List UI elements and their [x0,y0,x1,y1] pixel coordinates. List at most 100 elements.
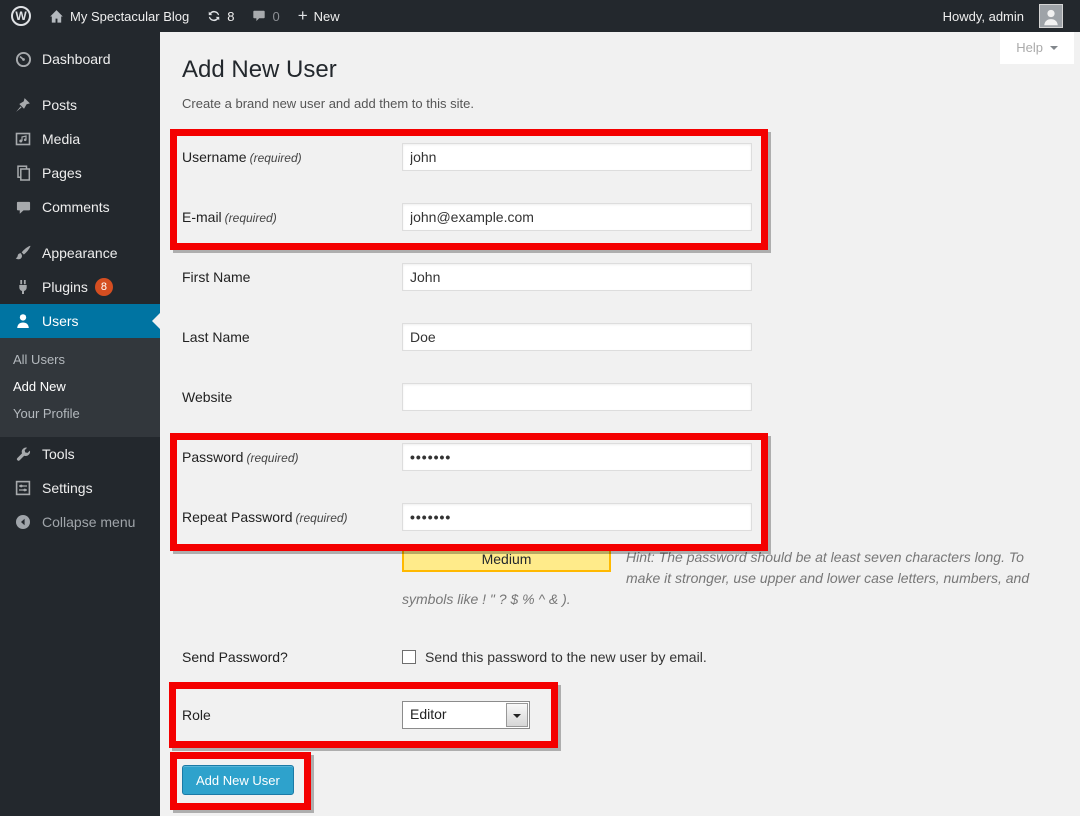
media-icon [13,131,33,147]
comments-bubble-icon [13,200,33,215]
help-tab[interactable]: Help [1000,32,1074,64]
email-input[interactable] [402,203,752,231]
submit-row: Add New User [182,765,1080,795]
first-name-label: First Name [182,269,402,285]
avatar [1039,4,1063,28]
required-note: (required) [225,211,277,225]
sidebar-item-appearance[interactable]: Appearance [0,236,160,270]
website-label: Website [182,389,402,405]
new-content-menu[interactable]: + New [289,0,349,32]
sidebar-item-tools[interactable]: Tools [0,437,160,471]
send-password-row: Send Password? Send this password to the… [182,643,1080,671]
first-name-input[interactable] [402,263,752,291]
wordpress-logo-menu[interactable]: W [0,0,40,32]
sidebar-label: Users [42,313,79,329]
posts-pin-icon [13,97,33,113]
home-icon [49,9,64,24]
comments-bubble-icon [252,9,266,23]
send-password-checkbox-label: Send this password to the new user by em… [425,649,707,665]
page-title: Add New User [160,32,1080,84]
sidebar-item-settings[interactable]: Settings [0,471,160,505]
sidebar-label: Posts [42,97,77,113]
users-person-icon [13,313,33,329]
sidebar-item-plugins[interactable]: Plugins 8 [0,270,160,304]
menu-separator [0,224,160,236]
sidebar-label: Appearance [42,245,118,261]
sidebar-label: Tools [42,446,75,462]
sidebar-item-comments[interactable]: Comments [0,190,160,224]
required-note: (required) [246,451,298,465]
pages-icon [13,165,33,181]
sidebar-item-users[interactable]: Users [0,304,160,338]
wordpress-logo-icon: W [11,6,31,26]
required-note: (required) [250,151,302,165]
role-row: Role Editor [182,701,1080,729]
dashboard-icon [13,51,33,68]
appearance-brush-icon [13,245,33,261]
my-account-menu[interactable]: Howdy, admin [934,0,1080,32]
sidebar-item-pages[interactable]: Pages [0,156,160,190]
howdy-text: Howdy, admin [943,9,1033,24]
sidebar-label: Comments [42,199,110,215]
role-label: Role [182,707,402,723]
updates-link[interactable]: 8 [198,0,243,32]
sidebar-label: Media [42,131,80,147]
menu-separator [0,76,160,88]
send-password-checkbox[interactable] [402,650,416,664]
username-row: Username(required) [182,143,1080,171]
site-name: My Spectacular Blog [70,9,189,24]
sidebar-item-media[interactable]: Media [0,122,160,156]
first-name-row: First Name [182,263,1080,291]
add-user-form: Username(required) E-mail(required) Firs… [160,143,1080,795]
main-content: Help Add New User Create a brand new use… [160,32,1080,816]
website-input[interactable] [402,383,752,411]
repeat-password-input[interactable] [402,503,752,531]
select-dropdown-button[interactable] [506,703,528,727]
updates-count: 8 [227,9,234,24]
submenu-item-add-new[interactable]: Add New [0,373,160,400]
email-row: E-mail(required) [182,203,1080,231]
password-input[interactable] [402,443,752,471]
settings-sliders-icon [13,480,33,496]
sidebar-label: Pages [42,165,82,181]
password-label: Password(required) [182,449,402,465]
tools-wrench-icon [13,446,33,462]
help-label: Help [1016,40,1043,55]
repeat-password-label: Repeat Password(required) [182,509,402,525]
new-label: New [314,9,340,24]
last-name-input[interactable] [402,323,752,351]
send-password-label: Send Password? [182,649,402,665]
sidebar-label: Settings [42,480,93,496]
password-strength-row: Medium Hint: The password should be at l… [402,547,1030,613]
page-intro: Create a brand new user and add them to … [160,96,1080,111]
username-label: Username(required) [182,149,402,165]
comments-count: 0 [272,9,279,24]
required-note: (required) [296,511,348,525]
last-name-label: Last Name [182,329,402,345]
submenu-item-all-users[interactable]: All Users [0,346,160,373]
chevron-down-icon [1050,46,1058,54]
comments-link[interactable]: 0 [243,0,288,32]
sidebar-item-posts[interactable]: Posts [0,88,160,122]
role-select[interactable]: Editor [402,701,530,729]
updates-icon [207,9,221,23]
sidebar-item-dashboard[interactable]: Dashboard [0,42,160,76]
add-new-user-button[interactable]: Add New User [182,765,294,795]
plus-icon: + [298,7,308,24]
repeat-password-row: Repeat Password(required) [182,503,1080,531]
plugins-update-badge: 8 [95,278,113,296]
plugins-plug-icon [13,279,33,295]
password-strength-meter: Medium [402,547,611,572]
sidebar-label: Collapse menu [42,514,135,530]
submenu-item-your-profile[interactable]: Your Profile [0,400,160,427]
website-row: Website [182,383,1080,411]
collapse-arrow-icon [13,514,33,530]
current-menu-arrow-icon [144,313,160,329]
last-name-row: Last Name [182,323,1080,351]
role-selected-value: Editor [410,706,447,722]
username-input[interactable] [402,143,752,171]
password-row: Password(required) [182,443,1080,471]
caret-down-icon [513,714,521,722]
sidebar-item-collapse-menu[interactable]: Collapse menu [0,505,160,539]
site-name-link[interactable]: My Spectacular Blog [40,0,198,32]
